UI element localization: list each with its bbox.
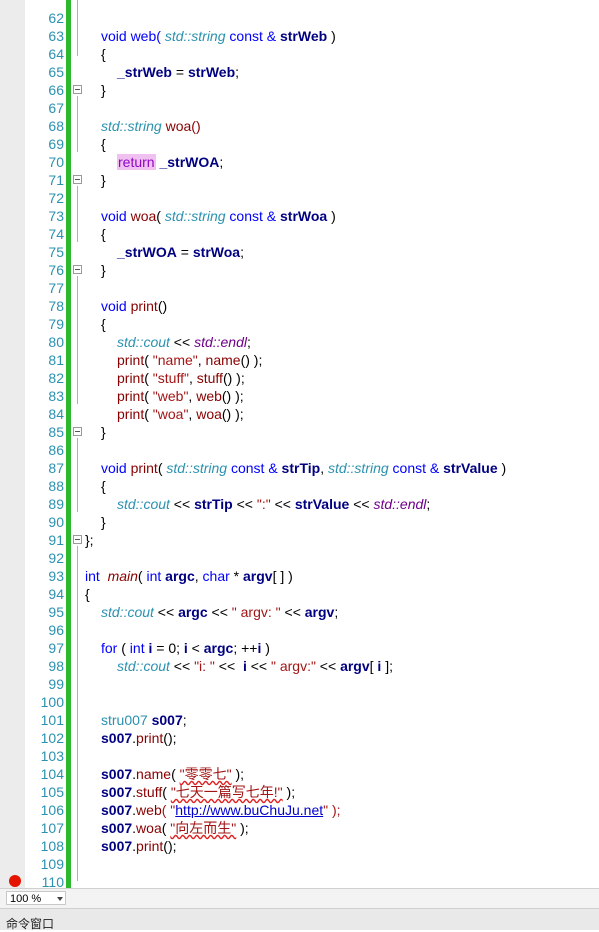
code-line: 79 std::cout << std::endl; (0, 297, 599, 350)
code-line: 90 }; (0, 495, 599, 548)
code-line: 96 for ( int i = 0; i < argc; ++i ) (0, 603, 599, 656)
code-line: 99 (0, 657, 599, 692)
code-line: 102 (0, 711, 599, 746)
code-line: 63 { (0, 9, 599, 62)
code-line: 74 _strWOA = strWoa; (0, 207, 599, 260)
code-line: 108 (0, 819, 599, 854)
code-line: 106 s007.woa( "向左而生" ); (0, 783, 599, 836)
code-line: 69 return _strWOA; (0, 117, 599, 170)
code-line: 100 stru007 s007; (0, 675, 599, 728)
code-line: 78 { (0, 279, 599, 332)
zoom-dropdown[interactable]: 100 % (6, 891, 66, 905)
code-line: 82 print( "web", web() ); (0, 351, 599, 404)
tab-command-window[interactable]: 命令窗口 (6, 915, 54, 932)
editor-status-bar: 100 % (0, 888, 599, 908)
code-line: 71 (0, 153, 599, 188)
code-line: 62 void web( std::string const & strWeb … (0, 0, 599, 44)
code-line: 111 } (0, 873, 599, 888)
code-line: 64 _strWeb = strWeb; (0, 27, 599, 80)
code-line: 84 } (0, 387, 599, 440)
code-line: 76 (0, 243, 599, 278)
code-line: 70 } (0, 135, 599, 188)
horizontal-scrollbar[interactable] (70, 892, 599, 905)
code-line: 107 s007.print(); (0, 801, 599, 854)
code-line: 85 (0, 405, 599, 440)
code-line: 68 { (0, 99, 599, 152)
code-line: 75 } (0, 225, 599, 278)
code-line: 109 (0, 837, 599, 872)
zoom-value: 100 % (10, 893, 42, 905)
code-line: 98 (0, 639, 599, 674)
code-line: 91 (0, 513, 599, 548)
code-line: 93 { (0, 549, 599, 602)
code-line: 97 std::cout << "i: " << i << " argv:" <… (0, 621, 599, 674)
code-line: 92 int main( int argc, char * argv[ ] ) (0, 531, 599, 584)
code-line: 87 { (0, 441, 599, 494)
code-line: 104 s007.stuff( "七天一篇写七年!" ); (0, 747, 599, 800)
code-line: 72 void woa( std::string const & strWoa … (0, 171, 599, 224)
code-line: 105 s007.web( "http://www.buChuJu.net" )… (0, 765, 599, 818)
chevron-down-icon (57, 897, 63, 901)
code-line: 77 void print() (0, 261, 599, 314)
code-line: 80 print( "name", name() ); (0, 315, 599, 368)
code-line: 81 print( "stuff", stuff() ); (0, 333, 599, 386)
code-line: 103 s007.name( "零零七" ); (0, 729, 599, 782)
bottom-panel: 命令窗口 (0, 908, 599, 932)
code-line: 110 return 0; (0, 855, 599, 888)
code-editor[interactable]: 62 void web( std::string const & strWeb … (0, 0, 599, 888)
code-line: 88 std::cout << strTip << ":" << strValu… (0, 459, 599, 512)
code-line: 65 } (0, 45, 599, 98)
code-line: 73 { (0, 189, 599, 242)
code-line: 101 s007.print(); (0, 693, 599, 746)
code-line: 86 void print( std::string const & strTi… (0, 423, 599, 476)
code-line: 94 std::cout << argc << " argv: " << arg… (0, 567, 599, 620)
code-line: 89 } (0, 477, 599, 530)
code-line: 95 (0, 585, 599, 620)
code-line: 67 std::string woa() (0, 81, 599, 134)
code-line: 83 print( "woa", woa() ); (0, 369, 599, 422)
code-line: 66 (0, 63, 599, 98)
